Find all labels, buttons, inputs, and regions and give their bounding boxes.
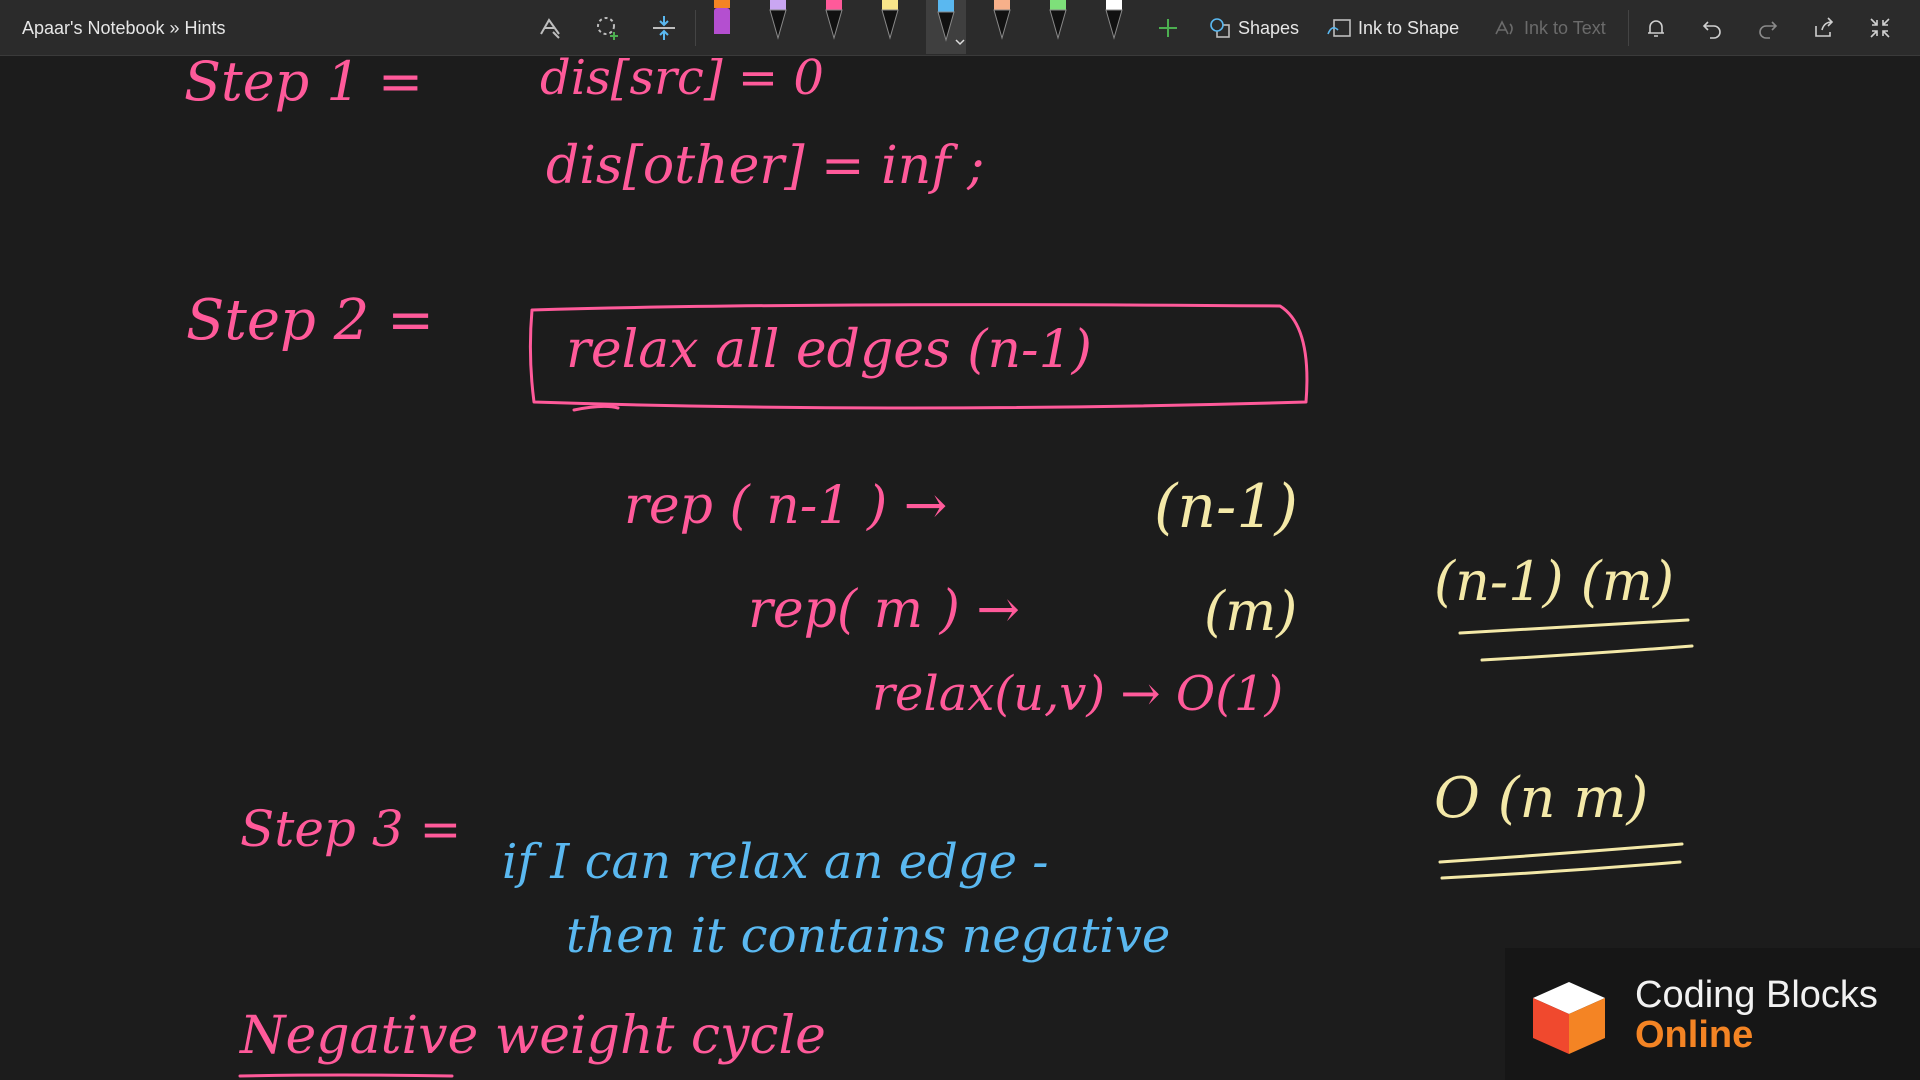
pen-pink[interactable]	[814, 0, 854, 54]
pen-lavender[interactable]	[758, 0, 798, 54]
pen-blue-selected[interactable]	[926, 0, 966, 54]
redo-icon[interactable]	[1750, 10, 1786, 46]
brand-subtitle: Online	[1635, 1014, 1754, 1056]
step1-line2: dis[other] = inf ;	[546, 136, 985, 196]
negative-cycle-text: Negative weight cycle	[240, 1006, 826, 1066]
lasso-select-icon[interactable]	[533, 10, 569, 46]
toolbar-separator	[695, 10, 696, 46]
rep-n1-result: (n-1)	[1154, 472, 1298, 542]
ink-toolbar: Apaar's Notebook » Hints Shapes Ink to S…	[0, 0, 1920, 56]
pen-purple[interactable]	[702, 0, 742, 54]
ink-to-text-button[interactable]: Ink to Text	[1492, 10, 1606, 46]
pen-white[interactable]	[1094, 0, 1134, 54]
coding-blocks-logo: Coding Blocks Online	[1505, 948, 1920, 1080]
step1-line1: dis[src] = 0	[540, 50, 824, 106]
complexity-product: (n-1) (m)	[1434, 550, 1675, 613]
bell-icon[interactable]	[1638, 10, 1674, 46]
step2-boxed-text: relax all edges (n-1)	[566, 320, 1092, 380]
complexity-big-o: O (n m)	[1434, 766, 1649, 831]
step3-line1: if I can relax an edge -	[502, 834, 1049, 890]
pen-peach[interactable]	[982, 0, 1022, 54]
undo-icon[interactable]	[1694, 10, 1730, 46]
step3-line2: then it contains negative	[566, 908, 1171, 964]
rep-m-result: (m)	[1204, 580, 1298, 643]
step1-label: Step 1 =	[184, 50, 424, 113]
collapse-icon[interactable]	[1862, 10, 1898, 46]
lasso-add-icon[interactable]	[590, 10, 626, 46]
ink-to-text-icon	[1495, 20, 1513, 35]
step3-label: Step 3 =	[240, 800, 462, 858]
toolbar-separator	[1628, 10, 1629, 46]
ink-to-shape-label: Ink to Shape	[1358, 17, 1460, 38]
shapes-label: Shapes	[1238, 17, 1300, 38]
add-pen-icon[interactable]	[1150, 10, 1186, 46]
ink-to-shape-button[interactable]: Ink to Shape	[1326, 10, 1459, 46]
brand-name: Coding Blocks	[1635, 974, 1878, 1016]
pen-yellow[interactable]	[870, 0, 910, 54]
ink-canvas[interactable]: Step 1 = dis[src] = 0 dis[other] = inf ;…	[0, 50, 1920, 1080]
shapes-button[interactable]: Shapes	[1208, 10, 1299, 46]
shapes-icon	[1210, 18, 1230, 38]
share-icon[interactable]	[1806, 10, 1842, 46]
rep-n1-text: rep ( n-1 ) →	[624, 476, 948, 536]
relax-uv-text: relax(u,v) → O(1)	[872, 666, 1284, 722]
cube-logo-icon	[1533, 982, 1605, 1054]
pen-green[interactable]	[1038, 0, 1078, 54]
ink-to-text-label: Ink to Text	[1524, 17, 1606, 38]
ink-to-shape-icon	[1327, 19, 1351, 37]
breadcrumb[interactable]: Apaar's Notebook » Hints	[22, 18, 226, 39]
step2-label: Step 2 =	[186, 288, 435, 353]
rep-m-text: rep( m ) →	[748, 580, 1020, 640]
insert-space-icon[interactable]	[646, 10, 682, 46]
